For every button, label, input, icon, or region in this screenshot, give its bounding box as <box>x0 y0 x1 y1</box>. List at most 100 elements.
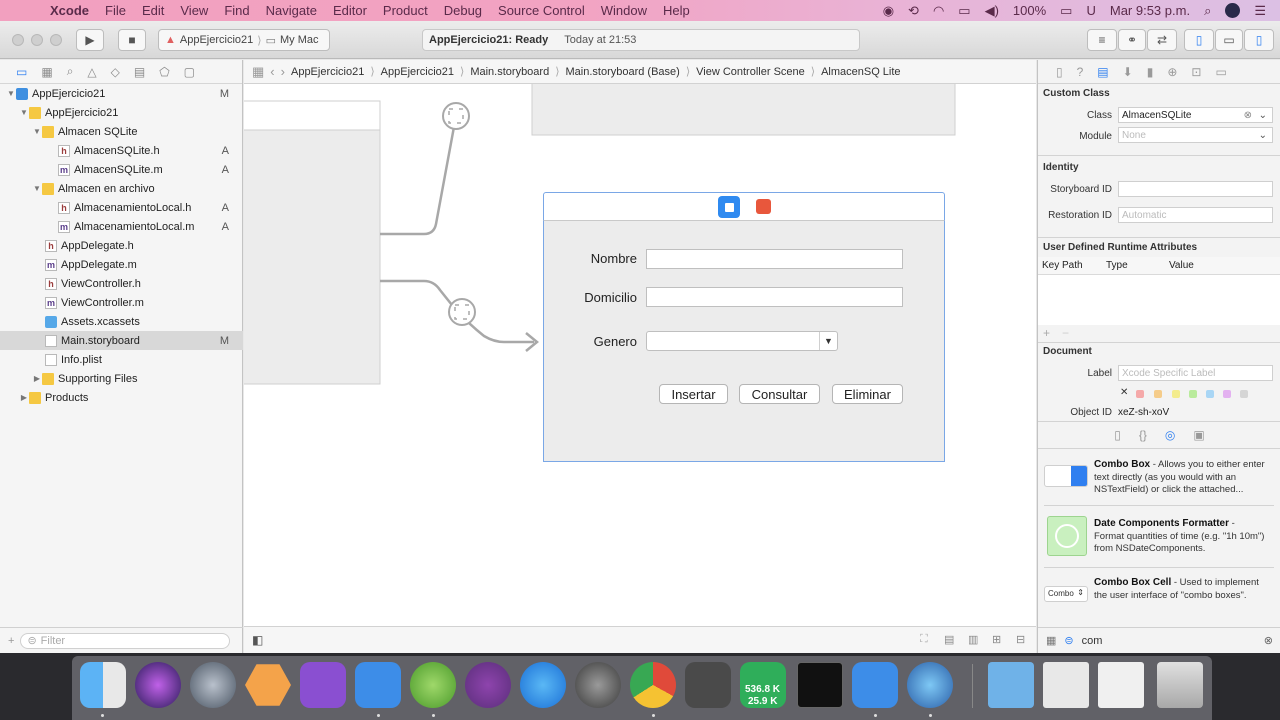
module-field[interactable]: None ⌄ <box>1118 127 1273 143</box>
chevron-down-icon[interactable]: ▼ <box>819 332 837 350</box>
toggle-navigator-button[interactable]: ▯ <box>1184 29 1214 51</box>
clear-icon[interactable]: ⊗ <box>1244 110 1252 121</box>
close-window-button[interactable] <box>12 34 24 46</box>
tree-item-group[interactable]: ▶ Products <box>0 388 243 407</box>
scheme-selector[interactable]: ▲ AppEjercicio21 ⟩ ▭ My Mac <box>158 29 330 51</box>
zoom-icon[interactable]: ⛶ <box>920 633 928 646</box>
combo-box-cell-thumbnail[interactable]: Combo ⇕ <box>1044 586 1088 602</box>
storyboard-id-field[interactable] <box>1118 181 1273 197</box>
left-scene[interactable] <box>244 100 381 385</box>
menu-product[interactable]: Product <box>383 3 428 18</box>
zoom-window-button[interactable] <box>50 34 62 46</box>
sublime-text-icon[interactable] <box>685 662 731 708</box>
combo-box-thumbnail[interactable] <box>1044 465 1088 487</box>
document-outline-icon[interactable]: ◧ <box>252 633 263 647</box>
test-icon[interactable]: ◇ <box>111 65 120 79</box>
chevron-down-icon[interactable]: ⌄ <box>1259 130 1267 141</box>
navigator-filter-input[interactable]: ⊜ Filter <box>20 632 231 649</box>
folder-icon[interactable] <box>988 662 1034 708</box>
back-icon[interactable]: ‹ <box>270 64 274 79</box>
menu-debug[interactable]: Debug <box>444 3 482 18</box>
filter-icon[interactable]: ⊜ <box>1064 634 1073 647</box>
github-desktop-icon[interactable] <box>465 662 511 708</box>
istat-menus-icon[interactable]: 536.8 K 25.9 K <box>740 662 786 708</box>
version-editor-button[interactable]: ⇄ <box>1147 29 1177 51</box>
menu-window[interactable]: Window <box>601 3 647 18</box>
segue-node-icon[interactable] <box>442 102 470 130</box>
forward-icon[interactable]: › <box>281 64 285 79</box>
warning-icon[interactable]: △ <box>87 65 96 79</box>
connections-icon[interactable]: ⊕ <box>1167 65 1177 79</box>
tree-item-file[interactable]: h AppDelegate.h <box>0 236 243 255</box>
debug-icon[interactable]: ▤ <box>134 65 145 79</box>
xcode-label-field[interactable]: Xcode Specific Label <box>1118 365 1273 381</box>
green-swatch-icon[interactable] <box>1189 390 1197 398</box>
insertar-button[interactable]: Insertar <box>659 384 728 404</box>
tree-item-group[interactable]: ▶ Supporting Files <box>0 369 243 388</box>
key-path-column[interactable]: Key Path <box>1042 260 1083 271</box>
siri-icon[interactable] <box>135 662 181 708</box>
app-store-icon[interactable] <box>520 662 566 708</box>
identity-inspector-icon[interactable]: ▤ <box>1097 65 1108 79</box>
menu-app[interactable]: Xcode <box>50 3 89 18</box>
quicktime-icon[interactable] <box>907 662 953 708</box>
tree-item-group[interactable]: ▼ AppEjercicio21 <box>0 103 243 122</box>
input-menu-icon[interactable]: U <box>1086 3 1095 18</box>
combo-box-cell-library-item[interactable]: Combo Box Cell - Used to implement the u… <box>1094 577 1266 602</box>
breadcrumb-file[interactable]: Main.storyboard <box>470 66 549 78</box>
spotlight-icon[interactable]: ⌕ <box>1204 3 1211 19</box>
menu-file[interactable]: File <box>105 3 126 18</box>
segue-line[interactable] <box>380 115 458 236</box>
add-attribute-icon[interactable]: + <box>1043 326 1050 340</box>
folder-icon[interactable]: ▭ <box>16 65 27 79</box>
stop-button[interactable]: ■ <box>118 29 146 51</box>
android-studio-icon[interactable] <box>410 662 456 708</box>
date-formatter-thumbnail[interactable] <box>1047 516 1087 556</box>
user-avatar[interactable] <box>1225 3 1241 18</box>
attributes-icon[interactable]: ⬇ <box>1123 65 1133 79</box>
disclosure-open-icon[interactable]: ▼ <box>32 184 42 193</box>
symbol-icon[interactable]: ▦ <box>41 65 52 79</box>
toggle-debug-area-button[interactable]: ▭ <box>1215 29 1243 51</box>
segue-node-icon[interactable] <box>448 298 476 326</box>
no-color-icon[interactable]: ✕ <box>1120 387 1128 398</box>
breakpoint-icon[interactable]: ⬠ <box>159 65 169 79</box>
xcode-icon[interactable] <box>355 662 401 708</box>
bindings-icon[interactable]: ⊡ <box>1191 65 1201 79</box>
airplay-icon[interactable]: ▭ <box>958 3 970 19</box>
file-template-icon[interactable]: ▯ <box>1114 428 1121 442</box>
documents-stack-icon[interactable] <box>1098 662 1144 708</box>
view-controller-icon[interactable] <box>718 196 740 218</box>
menu-editor[interactable]: Editor <box>333 3 367 18</box>
align-icon[interactable]: ▤ <box>944 633 954 646</box>
gray-swatch-icon[interactable] <box>1240 390 1248 398</box>
breadcrumb-controller[interactable]: AlmacenSQ Lite <box>821 66 900 78</box>
tree-item-file[interactable]: m ViewController.m <box>0 293 243 312</box>
battery-icon[interactable]: ▭ <box>1060 3 1072 19</box>
breadcrumb-group[interactable]: AppEjercicio21 <box>381 66 454 78</box>
disclosure-open-icon[interactable]: ▼ <box>32 127 42 136</box>
volume-icon[interactable]: ◀) <box>985 3 999 19</box>
effects-icon[interactable]: ▭ <box>1215 65 1226 79</box>
date-components-formatter-library-item[interactable]: Date Components Formatter - Format quant… <box>1094 518 1266 556</box>
run-button[interactable]: ▶ <box>76 29 104 51</box>
tree-item-file[interactable]: Info.plist <box>0 350 243 369</box>
tree-item-file[interactable]: m AlmacenamientoLocal.m A <box>0 217 243 236</box>
disclosure-open-icon[interactable]: ▼ <box>6 89 16 98</box>
chrome-icon[interactable] <box>630 662 676 708</box>
nombre-field[interactable] <box>646 249 903 269</box>
menubar-clock[interactable]: Mar 9:53 p.m. <box>1110 3 1190 18</box>
finder-icon[interactable] <box>80 662 126 708</box>
type-column[interactable]: Type <box>1106 260 1128 271</box>
media-library-icon[interactable]: ▣ <box>1193 428 1204 442</box>
menu-find[interactable]: Find <box>224 3 249 18</box>
tree-item-group[interactable]: ▼ Almacen SQLite <box>0 122 243 141</box>
trash-icon[interactable] <box>1157 662 1203 708</box>
menu-view[interactable]: View <box>180 3 208 18</box>
yellow-swatch-icon[interactable] <box>1172 390 1180 398</box>
rotate-icon[interactable]: ⟲ <box>908 3 919 19</box>
object-library-icon[interactable]: ◎ <box>1165 428 1175 442</box>
wifi-icon[interactable]: ◠ <box>933 3 944 19</box>
search-icon[interactable]: ⌕ <box>67 64 74 79</box>
assistant-editor-button[interactable]: ⚭ <box>1118 29 1146 51</box>
